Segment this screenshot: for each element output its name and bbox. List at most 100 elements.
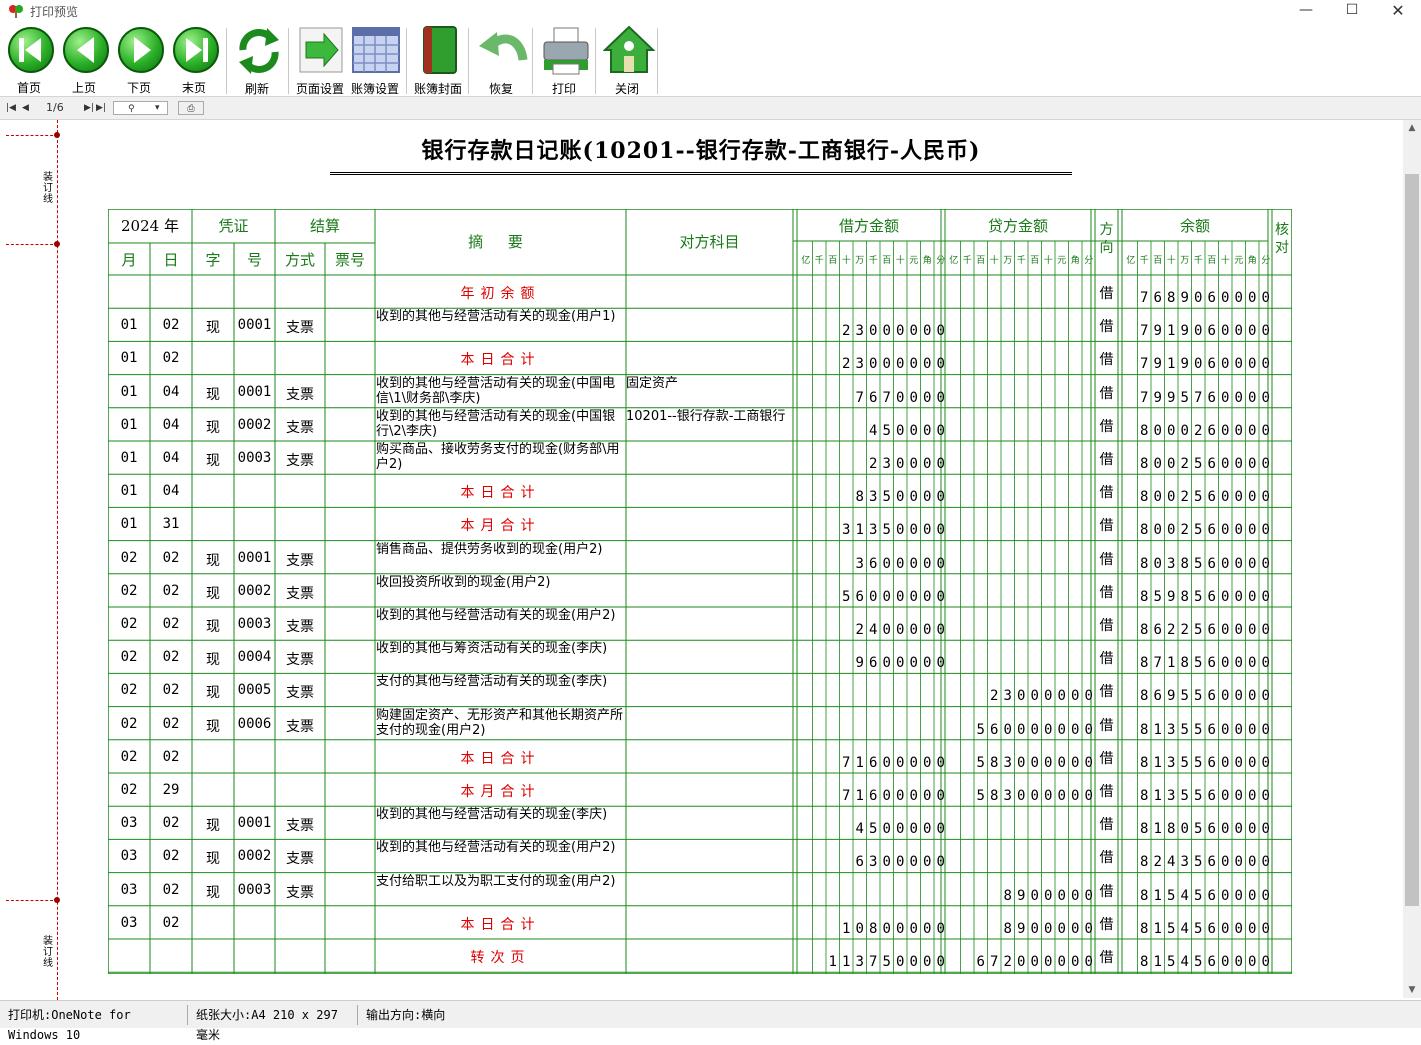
balance-digit: 6 (1207, 489, 1216, 506)
last-page-button[interactable]: 末页 (167, 24, 221, 96)
balance-digit: 6 (1207, 688, 1216, 705)
summary-total-cell: 本月合计 (460, 518, 541, 535)
scroll-thumb[interactable] (1405, 174, 1419, 906)
balance-digit: 5 (1153, 588, 1162, 605)
print-small-icon[interactable]: ⎙ (178, 101, 204, 115)
zoom-dropdown-icon[interactable]: ▾ (155, 101, 160, 115)
book-setup-label: 账簿设置 (350, 82, 399, 96)
credit-digit: 0 (1030, 887, 1039, 904)
credit-digit-header: 十 (1043, 256, 1053, 266)
last-nav-icon[interactable]: ▶| (96, 101, 106, 115)
direction-cell: 借 (1099, 651, 1114, 668)
balance-digit: 6 (1207, 290, 1216, 306)
voucher-no-cell: 0003 (237, 450, 272, 466)
refresh-button[interactable]: 刷新 (230, 24, 284, 96)
balance-digit: 0 (1221, 920, 1230, 937)
balance-digit: 2 (1180, 489, 1189, 506)
month-cell: 03 (120, 914, 138, 931)
zi-cell: 现 (206, 453, 220, 469)
balance-digit: 8 (1140, 854, 1149, 871)
binding-line (57, 120, 58, 1000)
close-button[interactable]: 关闭 (600, 24, 656, 96)
balance-digit: 0 (1234, 356, 1243, 373)
balance-digit: 9 (1153, 389, 1162, 406)
prev-nav-icon[interactable]: ◀ (22, 101, 29, 115)
next-nav-icon[interactable]: ▶| (84, 101, 94, 115)
balance-digit: 6 (1207, 920, 1216, 937)
balance-digit: 5 (1194, 688, 1203, 705)
credit-digit: 0 (1044, 754, 1053, 771)
balance-digit: 0 (1221, 622, 1230, 638)
balance-digit: 1 (1153, 721, 1162, 738)
balance-digit: 0 (1261, 854, 1270, 871)
zi-cell: 现 (206, 884, 220, 901)
balance-digit: 5 (1194, 821, 1203, 838)
balance-digit: 0 (1261, 290, 1270, 306)
balance-digit: 8 (1180, 588, 1189, 605)
debit-digit: 9 (855, 655, 864, 672)
prev-page-button[interactable]: 上页 (57, 24, 111, 96)
balance-digit: 6 (1207, 655, 1216, 672)
debit-digit: 0 (909, 489, 918, 506)
credit-digit: 0 (1044, 788, 1053, 804)
month-cell: 01 (120, 350, 138, 367)
balance-digit-header: 十 (1166, 256, 1176, 266)
refresh-label: 刷新 (244, 82, 269, 96)
balance-digit: 0 (1221, 290, 1230, 306)
minimize-button[interactable]: — (1283, 0, 1329, 22)
debit-digit: 4 (869, 622, 878, 638)
credit-digit: 0 (1071, 754, 1080, 771)
direction-cell: 借 (1099, 551, 1114, 568)
balance-digit: 0 (1248, 920, 1257, 937)
balance-digit: 0 (1234, 954, 1243, 970)
credit-digit: 0 (1044, 954, 1053, 970)
balance-digit-header: 千 (1139, 256, 1149, 266)
close-window-button[interactable]: ✕ (1375, 0, 1421, 22)
summary-cell: 支付给职工以及为职工支付的现金(用户2) (376, 873, 616, 889)
scroll-up-icon[interactable]: ▲ (1403, 120, 1421, 136)
opposite-account-cell (626, 807, 793, 839)
credit-digit: 0 (1017, 754, 1026, 771)
day-cell: 02 (162, 914, 180, 931)
debit-digit: 0 (923, 788, 932, 804)
balance-digit: 6 (1207, 522, 1216, 539)
balance-digit: 8 (1140, 622, 1149, 638)
debit-header: 借方金额 (838, 217, 899, 235)
day-cell: 02 (162, 582, 180, 599)
binding-mark-top (6, 135, 58, 136)
direction-cell: 借 (1099, 319, 1114, 336)
balance-digit: 8 (1140, 555, 1149, 572)
debit-digit: 0 (896, 456, 905, 472)
debit-digit: 0 (909, 954, 918, 970)
first-page-button[interactable]: 首页 (2, 24, 56, 96)
restore-button[interactable]: 恢复 (474, 24, 528, 96)
balance-digit: 0 (1221, 788, 1230, 804)
credit-digit-header: 千 (1016, 256, 1026, 266)
summary-cell: 收到的其他与经营活动有关的现金(中国银行\2\李庆) (376, 408, 616, 439)
page-setup-button[interactable]: 页面设置 (293, 24, 347, 96)
scroll-down-icon[interactable]: ▼ (1403, 982, 1421, 998)
debit-digit: 0 (936, 788, 945, 804)
credit-digit: 8 (1003, 920, 1012, 937)
orientation-status: 输出方向:横向 (366, 1008, 446, 1022)
debit-digit: 0 (896, 788, 905, 804)
credit-digit: 0 (1017, 688, 1026, 705)
debit-digit: 0 (923, 821, 932, 838)
credit-digit: 0 (1017, 788, 1026, 804)
balance-digit: 3 (1167, 555, 1176, 572)
maximize-button[interactable]: ☐ (1329, 0, 1375, 22)
balance-digit: 4 (1180, 887, 1189, 904)
vertical-scrollbar[interactable]: ▲ ▼ (1403, 120, 1421, 998)
book-setup-button[interactable]: 账簿设置 (348, 24, 402, 96)
voucher-no-cell: 0003 (237, 881, 272, 898)
debit-digit: 0 (882, 821, 891, 838)
method-header: 方式 (284, 251, 315, 269)
balance-digit: 8 (1140, 920, 1149, 937)
debit-digit: 0 (896, 356, 905, 373)
debit-digit: 0 (896, 323, 905, 340)
month-cell: 03 (120, 848, 138, 865)
book-cover-button[interactable]: 账簿封面 (411, 24, 465, 96)
first-nav-icon[interactable]: |◀ (6, 101, 16, 115)
next-page-button[interactable]: 下页 (112, 24, 166, 96)
print-button[interactable]: 打印 (537, 24, 591, 96)
